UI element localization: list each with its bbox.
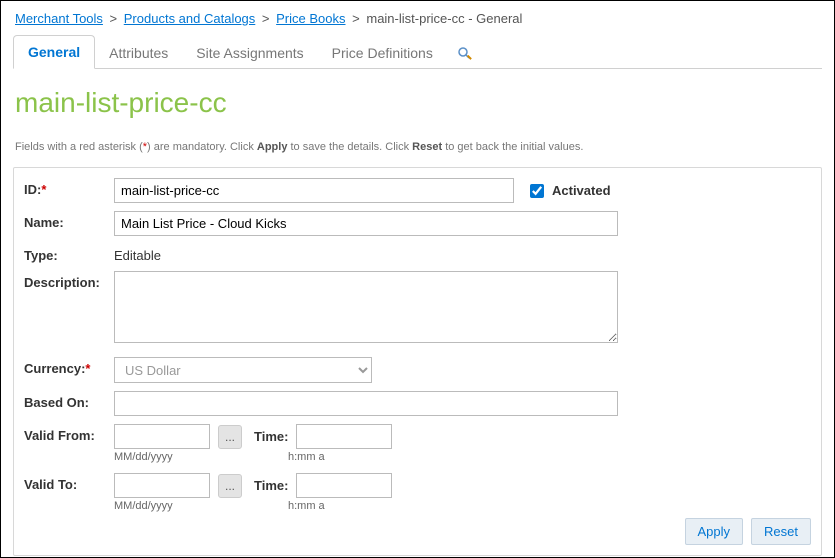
validfrom-date-picker-button[interactable]: ... [218,425,242,449]
name-label: Name: [24,211,114,230]
validfrom-label: Valid From: [24,424,114,443]
validto-date-hint: MM/dd/yyyy [114,500,222,512]
apply-button[interactable]: Apply [685,518,744,545]
page-title: main-list-price-cc [15,87,820,119]
validfrom-date-input[interactable] [114,424,210,449]
validto-date-input[interactable] [114,473,210,498]
description-input[interactable] [114,271,618,343]
tab-attributes[interactable]: Attributes [95,37,182,69]
validfrom-time-hint: h:mm a [288,451,384,463]
basedon-label: Based On: [24,391,114,410]
breadcrumb-price-books[interactable]: Price Books [276,11,345,26]
description-label: Description: [24,271,114,290]
breadcrumb-sep: > [110,11,118,26]
validfrom-time-label: Time: [254,429,288,444]
name-input[interactable] [114,211,618,236]
id-input[interactable] [114,178,514,203]
validto-time-input[interactable] [296,473,392,498]
currency-label: Currency:* [24,357,114,376]
validto-date-picker-button[interactable]: ... [218,474,242,498]
type-value: Editable [114,244,161,263]
breadcrumb-products-catalogs[interactable]: Products and Catalogs [124,11,256,26]
breadcrumb-sep: > [352,11,360,26]
breadcrumb: Merchant Tools > Products and Catalogs >… [13,7,822,34]
validfrom-time-input[interactable] [296,424,392,449]
tab-action-icon[interactable] [447,40,483,68]
validto-label: Valid To: [24,473,114,492]
form-panel: ID:* Activated Name: Type: Editable Desc… [13,167,822,556]
id-label: ID:* [24,178,114,197]
validfrom-date-hint: MM/dd/yyyy [114,451,222,463]
tab-price-definitions[interactable]: Price Definitions [318,37,447,69]
activated-label: Activated [552,183,611,198]
button-bar: Apply Reset [24,518,811,545]
currency-select[interactable]: US Dollar [114,357,372,383]
basedon-input[interactable] [114,391,618,416]
reset-button[interactable]: Reset [751,518,811,545]
tabs: General Attributes Site Assignments Pric… [13,34,822,69]
magnifier-pencil-icon [457,46,473,62]
breadcrumb-current: main-list-price-cc - General [366,11,522,26]
validto-time-hint: h:mm a [288,500,384,512]
helper-text: Fields with a red asterisk (*) are manda… [15,141,820,153]
tab-general[interactable]: General [13,35,95,69]
type-label: Type: [24,244,114,263]
breadcrumb-merchant-tools[interactable]: Merchant Tools [15,11,103,26]
activated-checkbox[interactable] [530,184,544,198]
validto-time-label: Time: [254,478,288,493]
breadcrumb-sep: > [262,11,270,26]
tab-site-assignments[interactable]: Site Assignments [182,37,317,69]
